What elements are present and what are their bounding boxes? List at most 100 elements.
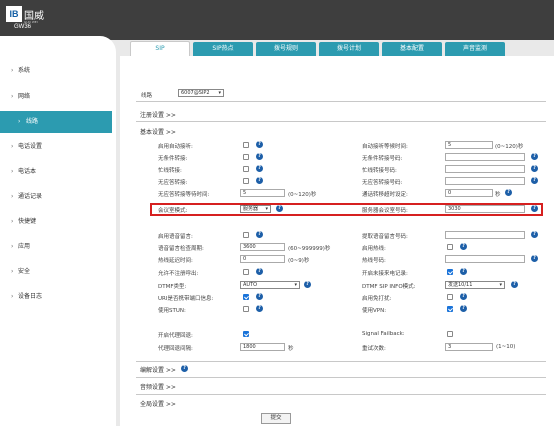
missed-call-log-checkbox[interactable] [447, 269, 453, 275]
help-icon[interactable]: ? [531, 255, 538, 262]
voicemail-enable-checkbox[interactable] [243, 232, 249, 238]
busy-number-label: 忙线转接号码: [362, 168, 397, 174]
unregistered-call-checkbox[interactable] [243, 269, 249, 275]
tab-dial-rule[interactable]: 拨号规则 [256, 42, 316, 56]
help-icon[interactable]: ? [531, 153, 538, 160]
line-label: 线路 [141, 93, 153, 99]
submit-button[interactable]: 提交 [261, 413, 291, 424]
proxy-fallback-checkbox[interactable] [243, 331, 249, 337]
dtmf-type-select[interactable]: AUTO [240, 281, 300, 289]
proxy-interval-label: 代理回退间隔: [158, 346, 193, 352]
sidebar-item-system[interactable]: 系统 [0, 60, 112, 82]
sidebar-item-line[interactable]: 线路 [0, 111, 112, 133]
line-select[interactable]: 6007@SIP2 [178, 89, 224, 97]
help-icon[interactable]: ? [460, 243, 467, 250]
help-icon[interactable]: ? [511, 281, 518, 288]
uri-port-checkbox[interactable] [243, 294, 249, 300]
voicemail-period-input[interactable]: 3600 [240, 243, 285, 251]
hotline-number-label: 热线号码: [362, 258, 386, 264]
dnd-enable-checkbox[interactable] [447, 294, 453, 300]
sidebar-item-phone-settings[interactable]: 电话设置 [0, 136, 112, 158]
help-icon[interactable]: ? [505, 189, 512, 196]
section-codec[interactable]: 编解设置 >> [140, 365, 176, 374]
help-icon[interactable]: ? [256, 177, 263, 184]
transfer-timeout-input[interactable]: 0 [445, 189, 493, 197]
unconditional-forward-checkbox[interactable] [243, 154, 249, 160]
auto-answer-wait-input[interactable]: 5 [445, 141, 493, 149]
tab-sip-hotspot[interactable]: SIP热点 [193, 42, 253, 56]
help-icon[interactable]: ? [256, 305, 263, 312]
signal-failback-label: Signal Failback: [362, 331, 405, 337]
hotline-delay-input[interactable]: 0 [240, 255, 285, 263]
transfer-timeout-label: 通话转移超时设定: [362, 192, 408, 198]
no-answer-forward-checkbox[interactable] [243, 178, 249, 184]
highlight-box [150, 203, 543, 216]
retry-count-hint: (1~10) [496, 344, 516, 350]
no-answer-wait-input[interactable]: 5 [240, 189, 285, 197]
tab-sip[interactable]: SIP [130, 41, 190, 56]
sidebar-item-network[interactable]: 网络 [0, 86, 112, 108]
dnd-enable-label: 启用免打扰: [362, 296, 392, 302]
help-icon[interactable]: ? [256, 293, 263, 300]
auto-answer-label: 启用自动接听: [158, 144, 193, 150]
help-icon[interactable]: ? [181, 365, 188, 372]
voicemail-number-input[interactable] [445, 231, 525, 239]
logo-mark: IB [6, 6, 22, 22]
auto-answer-checkbox[interactable] [243, 142, 249, 148]
help-icon[interactable]: ? [460, 293, 467, 300]
divider [136, 101, 546, 102]
help-icon[interactable]: ? [256, 153, 263, 160]
hotline-enable-label: 启用热线: [362, 246, 386, 252]
section-global[interactable]: 全局设置 >> [140, 399, 176, 408]
hotline-number-input[interactable] [445, 255, 525, 263]
retry-count-input[interactable]: 3 [445, 343, 493, 351]
hotline-enable-checkbox[interactable] [447, 244, 453, 250]
busy-number-input[interactable] [445, 165, 525, 173]
tab-basic-config[interactable]: 基本配置 [382, 42, 442, 56]
tab-dial-plan[interactable]: 拨号计划 [319, 42, 379, 56]
help-icon[interactable]: ? [531, 165, 538, 172]
no-answer-wait-hint: (0~120)秒 [288, 192, 317, 198]
sidebar-item-shortcut[interactable]: 快捷键 [0, 211, 112, 233]
divider [136, 394, 546, 395]
help-icon[interactable]: ? [460, 305, 467, 312]
help-icon[interactable]: ? [256, 141, 263, 148]
voicemail-enable-label: 启用语音留言: [158, 234, 193, 240]
no-answer-number-label: 无应答转接号码: [362, 180, 403, 186]
sidebar-item-phonebook[interactable]: 电话本 [0, 161, 112, 183]
sidebar-item-apps[interactable]: 应用 [0, 236, 112, 258]
help-icon[interactable]: ? [256, 268, 263, 275]
divider [136, 121, 546, 122]
help-icon[interactable]: ? [531, 231, 538, 238]
section-basic[interactable]: 基本设置 >> [140, 127, 176, 136]
busy-forward-checkbox[interactable] [243, 166, 249, 172]
hotline-delay-hint: (0~9)秒 [288, 258, 310, 264]
busy-forward-label: 忙线转接: [158, 168, 182, 174]
tab-sound-monitor[interactable]: 声音监测 [445, 42, 505, 56]
transfer-timeout-hint: 秒 [495, 192, 501, 198]
sidebar-item-device-log[interactable]: 设备日志 [0, 286, 112, 308]
top-bar: IB 国威 GUO WEI GW36 [0, 0, 554, 40]
dtmf-sip-info-select[interactable]: 发送10/11 [445, 281, 505, 289]
divider [136, 377, 546, 378]
use-stun-label: 使用STUN: [158, 308, 186, 314]
sidebar-item-security[interactable]: 安全 [0, 261, 112, 283]
proxy-interval-unit: 秒 [288, 346, 294, 352]
signal-failback-checkbox[interactable] [447, 331, 453, 337]
voicemail-period-label: 语音留言检查周期: [158, 246, 204, 252]
section-register[interactable]: 注册设置 >> [140, 110, 176, 119]
help-icon[interactable]: ? [460, 268, 467, 275]
use-stun-checkbox[interactable] [243, 306, 249, 312]
proxy-interval-input[interactable]: 1800 [240, 343, 285, 351]
help-icon[interactable]: ? [531, 177, 538, 184]
divider [136, 361, 546, 362]
help-icon[interactable]: ? [256, 165, 263, 172]
no-answer-number-input[interactable] [445, 177, 525, 185]
help-icon[interactable]: ? [256, 231, 263, 238]
dtmf-type-label: DTMF类型: [158, 284, 187, 290]
use-vpn-checkbox[interactable] [447, 306, 453, 312]
unconditional-number-input[interactable] [445, 153, 525, 161]
sidebar-item-call-log[interactable]: 通话记录 [0, 186, 112, 208]
section-audio[interactable]: 音频设置 >> [140, 382, 176, 391]
help-icon[interactable]: ? [304, 281, 311, 288]
